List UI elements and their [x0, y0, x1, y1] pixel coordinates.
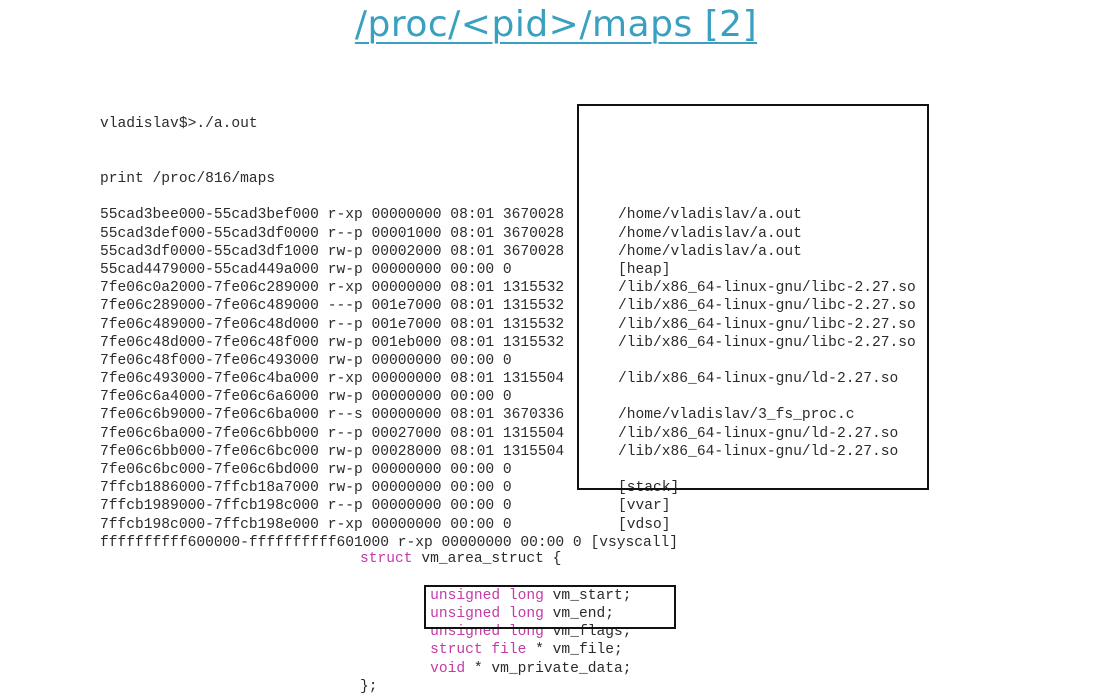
maps-row-pathname: /home/vladislav/a.out — [618, 225, 802, 242]
maps-row-fields: 55cad4479000-55cad449a000 rw-p 00000000 … — [100, 261, 512, 278]
vm-area-struct-code: struct vm_area_struct { unsigned long vm… — [360, 514, 632, 696]
maps-row: 7fe06c6bc000-7fe06c6bd000 rw-p 00000000 … — [100, 461, 916, 479]
maps-row: 7fe06c48f000-7fe06c493000 rw-p 00000000 … — [100, 352, 916, 370]
field-name: * vm_file; — [526, 642, 623, 659]
maps-row-pathname: /lib/x86_64-linux-gnu/ld-2.27.so — [618, 425, 899, 442]
maps-row-pathname: /home/vladislav/a.out — [618, 207, 802, 224]
maps-row: 7fe06c6b9000-7fe06c6ba000 r--s 00000000 … — [100, 406, 916, 424]
field-name: * vm_private_data; — [465, 660, 632, 677]
maps-row: 55cad4479000-55cad449a000 rw-p 00000000 … — [100, 261, 916, 279]
maps-row-fields: 7fe06c493000-7fe06c4ba000 r-xp 00000000 … — [100, 371, 565, 388]
maps-row-fields: 55cad3bee000-55cad3bef000 r-xp 00000000 … — [100, 207, 565, 224]
maps-row-fields: 7fe06c0a2000-7fe06c289000 r-xp 00000000 … — [100, 280, 565, 297]
maps-row-pathname: /home/vladislav/a.out — [618, 243, 802, 260]
maps-row-pathname: /lib/x86_64-linux-gnu/libc-2.27.so — [618, 280, 916, 297]
struct-name: vm_area_struct { — [421, 551, 562, 568]
field-type: void — [430, 660, 466, 677]
struct-field: struct file * vm_file; — [360, 641, 632, 659]
maps-row: 55cad3df0000-55cad3df1000 rw-p 00002000 … — [100, 243, 916, 261]
maps-row: 7fe06c289000-7fe06c489000 ---p 001e7000 … — [100, 297, 916, 315]
maps-row: 7fe06c48d000-7fe06c48f000 rw-p 001eb000 … — [100, 334, 916, 352]
field-name: vm_start; — [543, 587, 632, 604]
maps-row-fields: 7fe06c6bc000-7fe06c6bd000 rw-p 00000000 … — [100, 462, 512, 479]
maps-row-pathname: /lib/x86_64-linux-gnu/libc-2.27.so — [618, 316, 916, 333]
maps-row: 7fe06c493000-7fe06c4ba000 r-xp 00000000 … — [100, 370, 916, 388]
command-line: vladislav$>./a.out — [100, 116, 258, 133]
maps-row: 7fe06c6a4000-7fe06c6a6000 rw-p 00000000 … — [100, 388, 916, 406]
maps-row-pathname: [heap] — [618, 261, 671, 278]
maps-row-pathname: /lib/x86_64-linux-gnu/libc-2.27.so — [618, 334, 916, 351]
maps-row: 7fe06c489000-7fe06c48d000 r--p 001e7000 … — [100, 316, 916, 334]
struct-close-line: }; — [360, 678, 378, 695]
maps-row-fields: 7fe06c489000-7fe06c48d000 r--p 001e7000 … — [100, 316, 565, 333]
maps-row: 55cad3bee000-55cad3bef000 r-xp 00000000 … — [100, 206, 916, 224]
maps-row: 7ffcb1989000-7ffcb198c000 r--p 00000000 … — [100, 497, 916, 515]
field-type: struct file — [430, 642, 527, 659]
struct-field: unsigned long vm_start; — [360, 587, 632, 605]
maps-row: 7ffcb1886000-7ffcb18a7000 rw-p 00000000 … — [100, 479, 916, 497]
maps-row-fields: 7ffcb1989000-7ffcb198c000 r--p 00000000 … — [100, 498, 512, 515]
maps-row-pathname: /home/vladislav/3_fs_proc.c — [618, 407, 855, 424]
maps-row-fields: 7fe06c48d000-7fe06c48f000 rw-p 001eb000 … — [100, 334, 565, 351]
maps-row-fields: 55cad3def000-55cad3df0000 r--p 00001000 … — [100, 225, 565, 242]
maps-row-fields: 55cad3df0000-55cad3df1000 rw-p 00002000 … — [100, 243, 565, 260]
maps-row: 55cad3def000-55cad3df0000 r--p 00001000 … — [100, 225, 916, 243]
field-name: vm_end; — [543, 605, 614, 622]
maps-row-pathname: [stack] — [618, 480, 680, 497]
maps-row-fields: 7fe06c48f000-7fe06c493000 rw-p 00000000 … — [100, 352, 512, 369]
maps-row: 7fe06c6ba000-7fe06c6bb000 r--p 00027000 … — [100, 425, 916, 443]
maps-row-pathname: /lib/x86_64-linux-gnu/libc-2.27.so — [618, 298, 916, 315]
maps-row: 7fe06c6bb000-7fe06c6bc000 rw-p 00028000 … — [100, 443, 916, 461]
field-name: vm_flags; — [543, 624, 632, 641]
maps-row-fields: 7fe06c6ba000-7fe06c6bb000 r--p 00027000 … — [100, 425, 565, 442]
struct-field: unsigned long vm_end; — [360, 605, 632, 623]
maps-row: 7fe06c0a2000-7fe06c289000 r-xp 00000000 … — [100, 279, 916, 297]
struct-keyword: struct — [360, 551, 413, 568]
slide-title: /proc/<pid>/maps [2] — [354, 4, 758, 45]
struct-field: unsigned long vm_flags; — [360, 623, 632, 641]
field-type: unsigned long — [430, 624, 544, 641]
maps-row-pathname: /lib/x86_64-linux-gnu/ld-2.27.so — [618, 371, 899, 388]
field-type: unsigned long — [430, 605, 544, 622]
maps-row-fields: 7fe06c289000-7fe06c489000 ---p 001e7000 … — [100, 298, 565, 315]
maps-row-pathname: /lib/x86_64-linux-gnu/ld-2.27.so — [618, 443, 899, 460]
struct-field: void * vm_private_data; — [360, 660, 632, 678]
print-line: print /proc/816/maps — [100, 171, 276, 187]
maps-row-fields: 7ffcb1886000-7ffcb18a7000 rw-p 00000000 … — [100, 480, 512, 497]
maps-output: vladislav$>./a.out print /proc/816/maps … — [100, 79, 916, 552]
maps-row-fields: 7fe06c6b9000-7fe06c6ba000 r--s 00000000 … — [100, 407, 565, 424]
struct-open-line: struct vm_area_struct { — [360, 550, 632, 568]
field-type: unsigned long — [430, 587, 544, 604]
maps-row-pathname: [vvar] — [618, 498, 671, 515]
maps-row-fields: 7fe06c6a4000-7fe06c6a6000 rw-p 00000000 … — [100, 389, 512, 406]
maps-row-fields: 7fe06c6bb000-7fe06c6bc000 rw-p 00028000 … — [100, 443, 565, 460]
